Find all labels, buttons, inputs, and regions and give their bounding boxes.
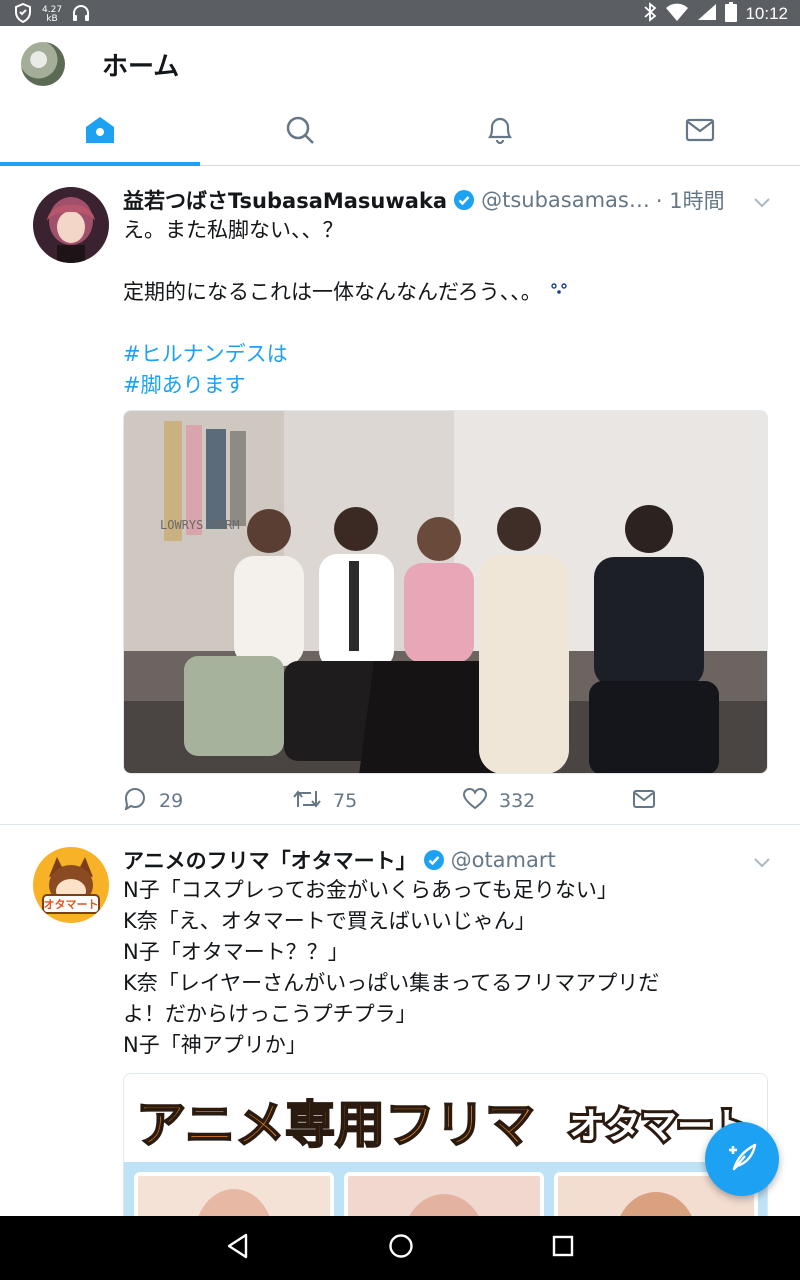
- reply-count: 29: [159, 790, 184, 812]
- verified-icon: [423, 849, 445, 871]
- timeline: 益若つばさTsubasaMasuwaka @tsubasamas… · 1時間 …: [0, 167, 800, 1280]
- like-count: 332: [499, 790, 536, 812]
- tweet-text-line: K奈「レイヤーさんがいっぱい集まってるフリマアプリだ: [123, 971, 660, 995]
- retweet-icon: [293, 788, 321, 815]
- tweet-text-line: N子「神アプリか」: [123, 1033, 307, 1057]
- mail-icon: [685, 118, 715, 146]
- tweet-display-name[interactable]: アニメのフリマ「オタマート」: [123, 845, 417, 875]
- bell-icon: [486, 115, 514, 149]
- tab-messages[interactable]: [600, 98, 800, 166]
- search-icon: [285, 115, 315, 149]
- page-title: ホーム: [102, 52, 180, 82]
- tab-bar: [0, 98, 800, 166]
- direct-message-button[interactable]: [633, 789, 655, 813]
- hashtag-link[interactable]: #脚あります: [123, 370, 768, 401]
- store-sign: LOWRYS FARM: [160, 518, 239, 532]
- compose-tweet-button[interactable]: [705, 1122, 779, 1196]
- bluetooth-icon: [643, 2, 657, 26]
- net-speed-unit: kB: [46, 14, 58, 24]
- retweet-count: 75: [333, 790, 358, 812]
- tweet-text-line: N子「コスプレってお金がいくらあっても足りない」: [123, 875, 768, 906]
- tweet-handle[interactable]: @otamart: [451, 848, 556, 872]
- net-speed: 4.27 kB: [42, 6, 62, 24]
- emoji-face-icon: [548, 280, 570, 304]
- tweet-handle[interactable]: @tsubasamas…: [481, 188, 650, 212]
- home-icon: [85, 116, 115, 148]
- feather-plus-icon: [725, 1140, 759, 1178]
- tweet-actions: 29 75 332: [123, 781, 768, 821]
- recents-icon[interactable]: [552, 1235, 574, 1261]
- tweet-text-line-content: 定期的になるこれは一体なんなんだろう、、。: [123, 280, 542, 304]
- tweet-text-line: よ！だからけっこうプチプラ」: [123, 1002, 417, 1026]
- tab-home[interactable]: [0, 98, 200, 166]
- tweet-text-line: [123, 246, 768, 277]
- reply-button[interactable]: 29: [123, 787, 293, 815]
- hashtag-link[interactable]: #ヒルナンデスは: [123, 339, 768, 370]
- battery-icon: [725, 2, 738, 26]
- tweet-time[interactable]: · 1時間: [656, 185, 725, 215]
- status-bar: 4.27 kB 10:12: [0, 0, 800, 26]
- verified-icon: [453, 189, 475, 211]
- tweet-text-line-content: N子「コスプレってお金がいくらあっても足りない」: [123, 878, 618, 902]
- avatar-logo-text: オタマート: [44, 898, 99, 911]
- tweet-text-line: K奈「え、オタマートで買えばいいじゃん」: [123, 909, 536, 933]
- tweet-text: N子「コスプレってお金がいくらあっても足りない」 K奈「え、オタマートで買えばい…: [123, 875, 768, 1061]
- app-header: ホーム: [0, 26, 800, 166]
- back-icon[interactable]: [226, 1233, 250, 1263]
- chevron-down-icon[interactable]: [754, 193, 770, 212]
- headphones-icon: [72, 4, 90, 26]
- tweet-avatar[interactable]: オタマート: [33, 847, 109, 923]
- wifi-icon: [665, 3, 689, 25]
- tweet-display-name[interactable]: 益若つばさTsubasaMasuwaka: [123, 185, 447, 215]
- retweet-button[interactable]: 75: [293, 788, 463, 815]
- like-button[interactable]: 332: [462, 787, 633, 815]
- tweet[interactable]: オタマート アニメのフリマ「オタマート」 @otamart N子「コスプレってお…: [0, 825, 800, 1280]
- clock: 10:12: [745, 4, 788, 23]
- signal-icon: [697, 3, 717, 25]
- chevron-down-icon[interactable]: [754, 853, 770, 872]
- heart-icon: [462, 787, 488, 815]
- tweet[interactable]: 益若つばさTsubasaMasuwaka @tsubasamas… · 1時間 …: [0, 167, 800, 825]
- shield-icon: [14, 2, 32, 27]
- tweet-text-line: N子「オタマート？？」: [123, 940, 349, 964]
- system-navigation-bar: [0, 1216, 800, 1280]
- tab-notifications[interactable]: [400, 98, 600, 166]
- mail-icon: [633, 789, 655, 813]
- tweet-text-line: え。また私脚ない、、？: [123, 218, 344, 242]
- tab-search[interactable]: [200, 98, 400, 166]
- tweet-photo[interactable]: LOWRYS FARM: [123, 410, 768, 774]
- home-circle-icon[interactable]: [388, 1233, 414, 1263]
- tweet-text: え。また私脚ない、、？ 定期的になるこれは一体なんなんだろう、、。 #ヒルナンデ…: [123, 215, 768, 401]
- profile-avatar[interactable]: [21, 42, 65, 86]
- tweet-text-line: 定期的になるこれは一体なんなんだろう、、。: [123, 277, 768, 308]
- tweet-avatar[interactable]: [33, 187, 109, 263]
- banner-title: アニメ専用フリマ: [136, 1096, 535, 1154]
- reply-icon: [123, 787, 147, 815]
